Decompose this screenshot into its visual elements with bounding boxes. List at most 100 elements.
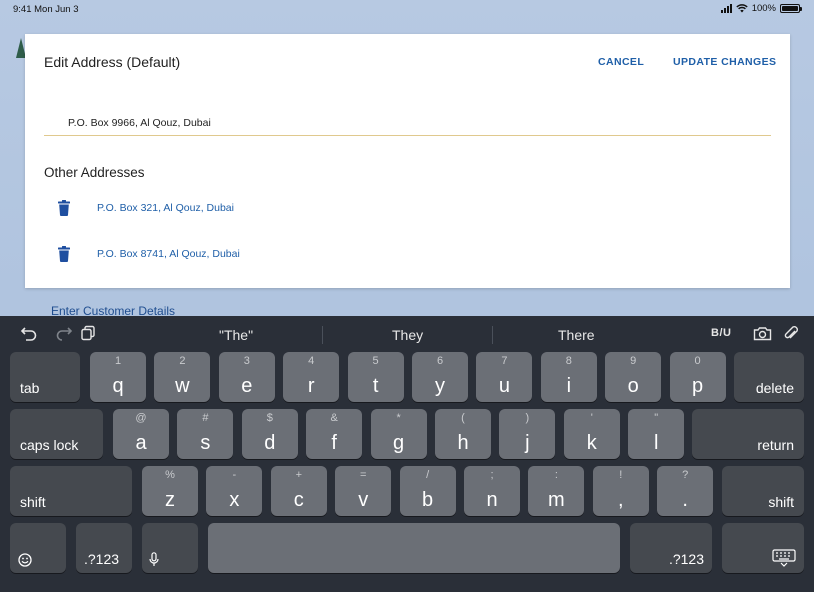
key-5-row1[interactable]: 5t bbox=[347, 352, 404, 402]
key-secondary-label: / bbox=[426, 469, 430, 481]
key-secondary-label: 1 bbox=[114, 355, 122, 367]
emoji-key[interactable] bbox=[10, 523, 66, 573]
tab-key-label: tab bbox=[20, 380, 40, 396]
key-secondary-label: $ bbox=[266, 412, 273, 424]
microphone-icon bbox=[149, 552, 159, 566]
key-primary-label: w bbox=[175, 375, 190, 397]
key-10-row1[interactable]: 0p bbox=[669, 352, 726, 402]
signal-icon bbox=[720, 4, 732, 13]
key-2-row1[interactable]: 2w bbox=[154, 352, 211, 402]
shift-right-key[interactable]: shift bbox=[722, 466, 804, 516]
key-secondary-label: ; bbox=[490, 469, 494, 481]
keyboard-hide-icon bbox=[772, 549, 796, 567]
key-3-row3[interactable]: + c bbox=[270, 466, 327, 516]
key-8-row2[interactable]: ' k bbox=[563, 409, 620, 459]
other-address-link[interactable]: P.O. Box 8741, Al Qouz, Dubai bbox=[97, 248, 240, 260]
key-8-row1[interactable]: 8i bbox=[540, 352, 597, 402]
dictation-key[interactable] bbox=[142, 523, 198, 573]
keyboard-shortcut-bar: "The" They There B/U bbox=[0, 316, 814, 354]
key-7-row1[interactable]: 7u bbox=[476, 352, 533, 402]
trash-icon[interactable] bbox=[57, 246, 71, 262]
key-3-row2[interactable]: $ d bbox=[241, 409, 298, 459]
key-9-row2[interactable]: " l bbox=[628, 409, 685, 459]
battery-percent: 100% bbox=[751, 3, 776, 14]
delete-key[interactable]: delete bbox=[734, 352, 804, 402]
update-changes-button[interactable]: UPDATE CHANGES bbox=[673, 56, 776, 68]
camera-icon[interactable] bbox=[753, 326, 772, 341]
numbers-left-key-label: .?123 bbox=[84, 551, 120, 567]
key-secondary-label: + bbox=[295, 469, 303, 481]
key-4-row2[interactable]: & f bbox=[306, 409, 363, 459]
key-secondary-label: # bbox=[202, 412, 209, 424]
key-9-row1[interactable]: 9o bbox=[605, 352, 662, 402]
numbers-right-key[interactable]: .?123 bbox=[630, 523, 712, 573]
key-7-row3[interactable]: :m bbox=[528, 466, 585, 516]
key-secondary-label: 2 bbox=[179, 355, 186, 367]
key-primary-label: c bbox=[293, 489, 304, 511]
text-format-button[interactable]: B/U bbox=[711, 327, 731, 339]
hide-keyboard-key[interactable] bbox=[722, 523, 804, 573]
default-address-input[interactable] bbox=[44, 110, 771, 136]
key-6-row3[interactable]: ; n bbox=[464, 466, 520, 516]
tab-key[interactable]: tab bbox=[10, 352, 80, 402]
key-6-row1[interactable]: 6y bbox=[412, 352, 468, 402]
key-secondary-label: ? bbox=[682, 469, 689, 481]
redo-icon[interactable] bbox=[55, 325, 73, 341]
key-primary-label: u bbox=[498, 375, 510, 397]
space-key[interactable] bbox=[208, 523, 620, 573]
paperclip-icon[interactable] bbox=[783, 325, 799, 342]
key-secondary-label: 7 bbox=[501, 355, 508, 367]
key-secondary-label: * bbox=[396, 412, 401, 424]
key-secondary-label: % bbox=[165, 469, 175, 481]
key-2-row2[interactable]: # s bbox=[177, 409, 234, 459]
key-primary-label: i bbox=[566, 375, 572, 397]
key-secondary-label: ) bbox=[525, 412, 530, 424]
key-9-row3[interactable]: ?. bbox=[657, 466, 714, 516]
key-secondary-label: 8 bbox=[565, 355, 572, 367]
key-primary-label: r bbox=[307, 375, 315, 397]
key-secondary-label: @ bbox=[135, 412, 147, 424]
key-secondary-label: 0 bbox=[694, 355, 701, 367]
key-4-row1[interactable]: 4r bbox=[283, 352, 340, 402]
key-secondary-label: : bbox=[554, 469, 558, 481]
return-key-label: return bbox=[757, 437, 794, 453]
key-1-row3[interactable]: % z bbox=[142, 466, 198, 516]
key-1-row1[interactable]: 1q bbox=[90, 352, 146, 402]
caps-lock-key[interactable]: caps lock bbox=[10, 409, 103, 459]
undo-icon[interactable] bbox=[20, 325, 38, 341]
key-secondary-label: 9 bbox=[630, 355, 637, 367]
suggestion-divider bbox=[492, 326, 493, 344]
trash-icon[interactable] bbox=[57, 200, 71, 216]
key-5-row2[interactable]: * g bbox=[370, 409, 427, 459]
key-secondary-label: 5 bbox=[372, 355, 379, 367]
key-3-row1[interactable]: 3e bbox=[218, 352, 275, 402]
key-primary-label: m bbox=[548, 489, 565, 511]
suggestion-2[interactable]: They bbox=[392, 327, 423, 343]
key-5-row3[interactable]: / b bbox=[399, 466, 456, 516]
suggestion-divider bbox=[322, 326, 323, 344]
key-secondary-label: 3 bbox=[243, 355, 250, 367]
key-1-row2[interactable]: @ a bbox=[113, 409, 169, 459]
key-4-row3[interactable]: = v bbox=[335, 466, 392, 516]
cancel-button[interactable]: CANCEL bbox=[598, 56, 644, 68]
key-primary-label: a bbox=[135, 432, 147, 454]
wifi-icon bbox=[735, 4, 748, 13]
suggestion-3[interactable]: There bbox=[558, 327, 595, 343]
numbers-left-key[interactable]: .?123 bbox=[76, 523, 132, 573]
suggestion-1[interactable]: "The" bbox=[219, 327, 253, 343]
key-primary-label: e bbox=[241, 375, 253, 397]
key-2-row3[interactable]: -x bbox=[206, 466, 263, 516]
key-8-row3[interactable]: !, bbox=[592, 466, 649, 516]
other-address-link[interactable]: P.O. Box 321, Al Qouz, Dubai bbox=[97, 202, 234, 214]
key-primary-label: , bbox=[618, 489, 624, 511]
key-6-row2[interactable]: (h bbox=[435, 409, 491, 459]
edit-address-modal: Edit Address (Default) CANCEL UPDATE CHA… bbox=[25, 34, 790, 288]
shift-right-key-label: shift bbox=[768, 494, 794, 510]
shift-left-key[interactable]: shift bbox=[10, 466, 132, 516]
paste-icon[interactable] bbox=[80, 325, 96, 341]
key-7-row2[interactable]: ) j bbox=[499, 409, 556, 459]
return-key[interactable]: return bbox=[692, 409, 804, 459]
key-primary-label: o bbox=[627, 375, 639, 397]
key-primary-label: j bbox=[525, 432, 530, 454]
key-primary-label: d bbox=[264, 432, 276, 454]
